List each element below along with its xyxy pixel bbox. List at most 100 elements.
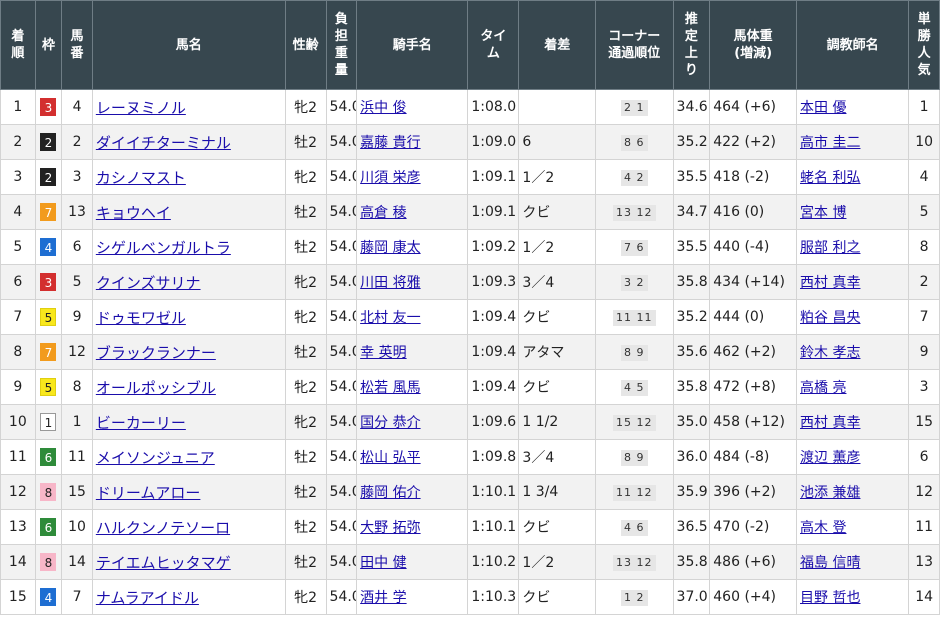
horse-name-link[interactable]: レーヌミノル — [96, 99, 186, 117]
horse-name-link[interactable]: ダイイチターミナル — [96, 134, 231, 152]
jockey-link[interactable]: 田中 健 — [360, 555, 406, 571]
time-cell: 1:09.1 — [467, 159, 520, 195]
waku-cell: 6 — [34, 439, 63, 475]
umaban-cell: 3 — [61, 159, 93, 195]
rank-cell: 9 — [0, 369, 36, 405]
bodyweight-cell: 472 (+8) — [709, 369, 798, 405]
jockey-link[interactable]: 幸 英明 — [360, 345, 406, 361]
waku-badge: 7 — [40, 343, 57, 361]
bodyweight-cell: 444 (0) — [709, 299, 798, 335]
trainer-link[interactable]: 目野 哲也 — [800, 590, 860, 606]
umaban-cell: 10 — [61, 509, 93, 545]
horse-name-link[interactable]: ビーカーリー — [96, 414, 186, 432]
time-cell: 1:09.4 — [467, 334, 520, 370]
horse-name-link[interactable]: ドリームアロー — [96, 484, 201, 502]
waku-cell: 2 — [34, 159, 63, 195]
jockey-link[interactable]: 川田 将雅 — [360, 275, 420, 291]
waku-cell: 4 — [34, 229, 63, 265]
horse-name-link[interactable]: メイソンジュニア — [96, 449, 215, 467]
jockey-link[interactable]: 川須 栄彦 — [360, 170, 420, 186]
horse-name-link[interactable]: ブラックランナー — [96, 344, 216, 362]
weight-cell: 54.0 — [325, 404, 358, 440]
table-row: 1011ビーカーリー牝254.0国分 恭介1:09.61 1/215 1235.… — [0, 404, 940, 440]
popularity-cell: 2 — [908, 264, 940, 300]
corner-passing-order: 11 12 — [613, 484, 656, 501]
jockey-cell: 浜中 俊 — [356, 89, 469, 125]
horse-name-link[interactable]: ナムラアイドル — [96, 589, 199, 607]
horse-name-link[interactable]: キョウヘイ — [96, 204, 171, 222]
last3f-cell: 35.8 — [672, 369, 711, 405]
jockey-link[interactable]: 大野 拓弥 — [360, 520, 420, 536]
header-sexage: 性齢 — [284, 0, 327, 90]
trainer-link[interactable]: 蛯名 利弘 — [800, 170, 860, 186]
rank-cell: 12 — [0, 474, 36, 510]
trainer-link[interactable]: 高市 圭二 — [800, 135, 860, 151]
popularity-cell: 4 — [908, 159, 940, 195]
sexage-cell: 牝2 — [284, 369, 327, 405]
trainer-link[interactable]: 宮本 博 — [800, 205, 846, 221]
jockey-link[interactable]: 松若 風馬 — [360, 380, 420, 396]
margin-cell: 1 3/4 — [518, 474, 596, 510]
weight-cell: 54.0 — [325, 89, 358, 125]
jockey-link[interactable]: 藤岡 康太 — [360, 240, 420, 256]
time-cell: 1:09.0 — [467, 124, 520, 160]
sexage-cell: 牡2 — [284, 334, 327, 370]
trainer-link[interactable]: 粕谷 昌央 — [800, 310, 860, 326]
weight-cell: 54.0 — [325, 229, 358, 265]
trainer-link[interactable]: 鈴木 孝志 — [800, 345, 860, 361]
trainer-cell: 西村 真幸 — [796, 404, 910, 440]
trainer-cell: 渡辺 薫彦 — [796, 439, 910, 475]
trainer-link[interactable]: 西村 真幸 — [800, 415, 860, 431]
corner-passing-order: 7 6 — [621, 239, 648, 256]
trainer-cell: 福島 信晴 — [796, 544, 910, 580]
umaban-cell: 13 — [61, 194, 93, 230]
last3f-cell: 37.0 — [672, 579, 711, 615]
table-row: 1547ナムラアイドル 牝254.0酒井 学 1:10.3クビ 1 2 37.0460 … — [0, 579, 940, 615]
jockey-link[interactable]: 嘉藤 貴行 — [360, 135, 420, 151]
jockey-link[interactable]: 国分 恭介 — [360, 415, 420, 431]
horse-name-link[interactable]: カシノマスト — [96, 169, 186, 187]
sexage-cell: 牝2 — [284, 264, 327, 300]
umaban-cell: 2 — [61, 124, 93, 160]
horse-name-link[interactable]: ハルクンノテソーロ — [96, 519, 230, 537]
trainer-link[interactable]: 高木 登 — [800, 520, 846, 536]
jockey-link[interactable]: 藤岡 佑介 — [360, 485, 420, 501]
jockey-link[interactable]: 高倉 稜 — [360, 205, 406, 221]
results-body: 134レーヌミノル牝254.0浜中 俊1:08.02 134.6464 (+6)… — [0, 89, 940, 615]
jockey-link[interactable]: 松山 弘平 — [360, 450, 420, 466]
horse-name-link[interactable]: クインズサリナ — [96, 274, 201, 292]
trainer-cell: 高木 登 — [796, 509, 910, 545]
trainer-link[interactable]: 西村 真幸 — [800, 275, 860, 291]
horse-name-link[interactable]: オールポッシブル — [96, 379, 216, 397]
margin-cell — [518, 89, 596, 125]
horse-name-link[interactable]: シゲルベンガルトラ — [96, 239, 231, 257]
jockey-link[interactable]: 浜中 俊 — [360, 100, 406, 116]
popularity-cell: 10 — [908, 124, 940, 160]
trainer-link[interactable]: 本田 優 — [800, 100, 846, 116]
weight-cell: 54.0 — [325, 159, 358, 195]
rank-cell: 14 — [0, 544, 36, 580]
table-row: 546シゲルベンガルトラ 牡254.0藤岡 康太 1:09.21／2 7 6 35.54… — [0, 229, 940, 265]
table-row: 11611メイソンジュニア牡254.0松山 弘平1:09.83／48 936.0… — [0, 439, 940, 475]
horse-name-link[interactable]: テイエムヒッタマゲ — [96, 554, 231, 572]
popularity-cell: 5 — [908, 194, 940, 230]
time-cell: 1:09.2 — [467, 229, 520, 265]
popularity-cell: 15 — [908, 404, 940, 440]
trainer-link[interactable]: 渡辺 薫彦 — [800, 450, 860, 466]
header-popularity: 単勝人気 — [908, 0, 940, 90]
corner-cell: 8 9 — [594, 439, 674, 475]
horse-name-cell: メイソンジュニア — [91, 439, 286, 475]
margin-cell: 1／2 — [518, 229, 596, 265]
jockey-link[interactable]: 北村 友一 — [360, 310, 420, 326]
horse-name-link[interactable]: ドゥモワゼル — [96, 309, 186, 327]
corner-cell: 7 6 — [594, 229, 674, 265]
last3f-cell: 35.9 — [672, 474, 711, 510]
trainer-link[interactable]: 高橋 亮 — [800, 380, 846, 396]
popularity-cell: 12 — [908, 474, 940, 510]
trainer-link[interactable]: 池添 兼雄 — [800, 485, 860, 501]
jockey-link[interactable]: 酒井 学 — [360, 590, 406, 606]
rank-cell: 3 — [0, 159, 36, 195]
margin-cell: 1／2 — [518, 159, 596, 195]
trainer-link[interactable]: 福島 信晴 — [800, 555, 860, 571]
trainer-link[interactable]: 服部 利之 — [800, 240, 860, 256]
